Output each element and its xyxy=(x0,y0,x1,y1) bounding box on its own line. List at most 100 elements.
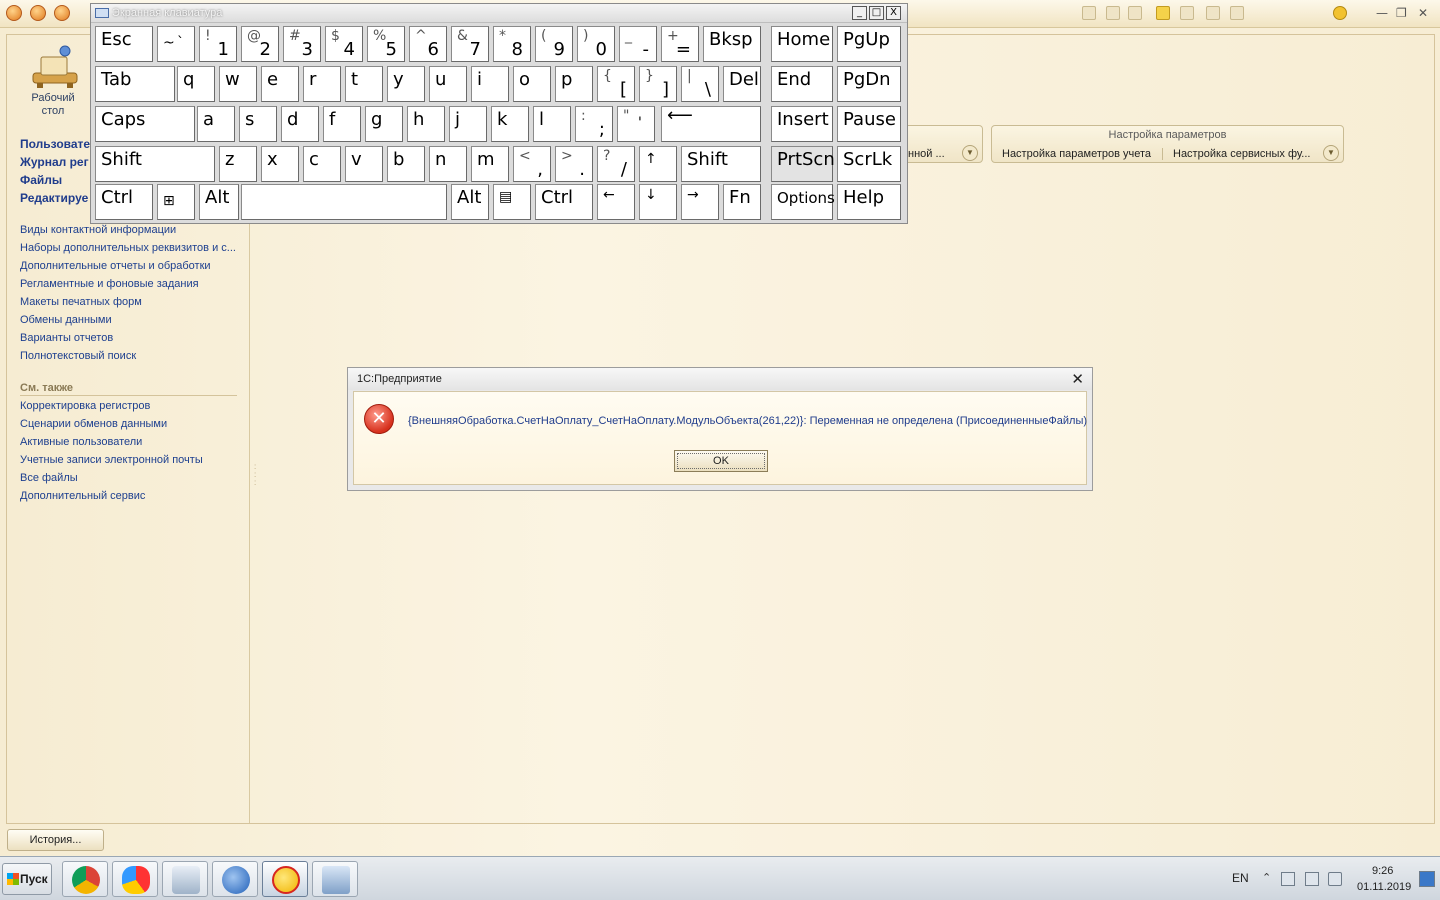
key-a[interactable]: a xyxy=(197,106,235,142)
key-backspace[interactable]: Bksp xyxy=(703,26,761,62)
key-6[interactable]: ^ 6 xyxy=(409,26,447,62)
key-f[interactable]: f xyxy=(323,106,361,142)
key-ctrl-right[interactable]: Ctrl xyxy=(535,184,593,220)
start-button[interactable]: Пуск xyxy=(2,863,52,895)
sidebar-link-report-variants[interactable]: Варианты отчетов xyxy=(20,332,113,344)
osk-maximize-button[interactable]: □ xyxy=(869,6,884,20)
key-i[interactable]: i xyxy=(471,66,509,102)
sidebar-item-log[interactable]: Журнал рег xyxy=(20,155,89,169)
key-s[interactable]: s xyxy=(239,106,277,142)
see-also-link-email-accounts[interactable]: Учетные записи электронной почты xyxy=(20,454,203,466)
history-icon[interactable] xyxy=(1180,6,1194,20)
sidebar-link-fulltext-search[interactable]: Полнотекстовый поиск xyxy=(20,350,136,362)
key-arrow-up[interactable]: ↑ xyxy=(639,146,677,182)
sidebar-item-files[interactable]: Файлы xyxy=(20,173,62,187)
key-pgup[interactable]: PgUp xyxy=(837,26,901,62)
key-arrow-right[interactable]: → xyxy=(681,184,719,220)
key-equals[interactable]: + = xyxy=(661,26,699,62)
key-enter[interactable]: ⟵ xyxy=(661,105,761,142)
key-j[interactable]: j xyxy=(449,106,487,142)
key-right-bracket[interactable]: }] xyxy=(639,66,677,102)
key-period[interactable]: >. xyxy=(555,146,593,182)
key-b[interactable]: b xyxy=(387,146,425,182)
key-comma[interactable]: <, xyxy=(513,146,551,182)
sidebar-link-print-templates[interactable]: Макеты печатных форм xyxy=(20,296,142,308)
key-1[interactable]: ! 1 xyxy=(199,26,237,62)
dialog-titlebar[interactable]: 1С:Предприятие ✕ xyxy=(348,368,1092,390)
key-slash[interactable]: ? / xyxy=(597,146,635,182)
key-h[interactable]: h xyxy=(407,106,445,142)
key-c[interactable]: c xyxy=(303,146,341,182)
sidebar-splitter[interactable]: ::: xyxy=(254,463,258,491)
chevron-down-icon[interactable]: ▼ xyxy=(962,145,978,161)
key-context-menu[interactable]: ▤ xyxy=(493,184,531,220)
see-also-link-all-files[interactable]: Все файлы xyxy=(20,472,78,484)
key-minus[interactable]: _ - xyxy=(619,26,657,62)
action-center-flag-icon[interactable] xyxy=(1281,872,1295,886)
sidebar-item-users[interactable]: Пользовате xyxy=(20,137,90,151)
clock-date[interactable]: 01.11.2019 xyxy=(1357,881,1411,893)
key-x[interactable]: x xyxy=(261,146,299,182)
key-8[interactable]: * 8 xyxy=(493,26,531,62)
key-pause[interactable]: Pause xyxy=(837,106,901,142)
save-icon[interactable] xyxy=(1082,6,1096,20)
key-fn[interactable]: Fn xyxy=(723,184,761,220)
restore-icon[interactable]: ❐ xyxy=(1396,6,1407,20)
history-button[interactable]: История... xyxy=(7,829,104,851)
key-g[interactable]: g xyxy=(365,106,403,142)
key-9[interactable]: (9 xyxy=(535,26,573,62)
key-e[interactable]: e xyxy=(261,66,299,102)
key-tab[interactable]: Tab xyxy=(95,66,175,102)
key-v[interactable]: v xyxy=(345,146,383,182)
close-icon[interactable]: ✕ xyxy=(1071,371,1084,387)
settings-accounting-link[interactable]: Настройка параметров учета xyxy=(1002,148,1151,160)
panel-left-item[interactable]: нной ... xyxy=(908,148,945,160)
see-also-link-registers[interactable]: Корректировка регистров xyxy=(20,400,150,412)
taskbar-app-yandex[interactable] xyxy=(112,861,158,897)
osk-titlebar[interactable]: Экранная клавиатура _ □ X xyxy=(91,4,907,23)
key-4[interactable]: $4 xyxy=(325,26,363,62)
ok-button[interactable]: OK xyxy=(674,450,768,472)
key-2[interactable]: @2 xyxy=(241,26,279,62)
sidebar-link-data-exchanges[interactable]: Обмены данными xyxy=(20,314,112,326)
taskbar-app-chrome[interactable] xyxy=(62,861,108,897)
key-d[interactable]: d xyxy=(281,106,319,142)
key-7[interactable]: & 7 xyxy=(451,26,489,62)
key-tilde[interactable]: ~ ` xyxy=(157,26,195,62)
key-m[interactable]: m xyxy=(471,146,509,182)
see-also-link-active-users[interactable]: Активные пользователи xyxy=(20,436,142,448)
key-ctrl-left[interactable]: Ctrl xyxy=(95,184,153,220)
print-icon[interactable] xyxy=(1106,6,1120,20)
key-left-bracket[interactable]: {[ xyxy=(597,66,635,102)
taskbar-app-files[interactable] xyxy=(162,861,208,897)
taskbar-app-thunderbird[interactable] xyxy=(212,861,258,897)
key-5[interactable]: % 5 xyxy=(367,26,405,62)
key-k[interactable]: k xyxy=(491,106,529,142)
key-backslash[interactable]: | \ xyxy=(681,66,719,102)
key-w[interactable]: w xyxy=(219,66,257,102)
key-help[interactable]: Help xyxy=(837,184,901,220)
app-menu-icon[interactable] xyxy=(6,5,22,21)
key-home[interactable]: Home xyxy=(771,26,833,62)
key-o[interactable]: o xyxy=(513,66,551,102)
key-n[interactable]: n xyxy=(429,146,467,182)
key-scrlk[interactable]: ScrLk xyxy=(837,146,901,182)
calculator-icon[interactable] xyxy=(1206,6,1220,20)
copy-icon[interactable] xyxy=(1128,6,1142,20)
desktop-label[interactable]: Рабочий стол xyxy=(21,92,85,118)
key-semicolon[interactable]: :; xyxy=(575,106,613,142)
sidebar-link-additional-reports[interactable]: Дополнительные отчеты и обработки xyxy=(20,260,211,272)
taskbar-app-osk[interactable] xyxy=(312,861,358,897)
key-alt-left[interactable]: Alt xyxy=(199,184,239,220)
settings-service-link[interactable]: Настройка сервисных фу... xyxy=(1173,148,1310,160)
key-t[interactable]: t xyxy=(345,66,383,102)
key-del[interactable]: Del xyxy=(723,66,761,102)
key-y[interactable]: y xyxy=(387,66,425,102)
key-3[interactable]: #3 xyxy=(283,26,321,62)
sidebar-link-contact-types[interactable]: Виды контактной информации xyxy=(20,224,176,236)
see-also-link-additional-service[interactable]: Дополнительный сервис xyxy=(20,490,145,502)
key-windows[interactable]: ⊞ xyxy=(157,184,195,220)
key-u[interactable]: u xyxy=(429,66,467,102)
key-l[interactable]: l xyxy=(533,106,571,142)
clock-time[interactable]: 9:26 xyxy=(1372,865,1393,877)
